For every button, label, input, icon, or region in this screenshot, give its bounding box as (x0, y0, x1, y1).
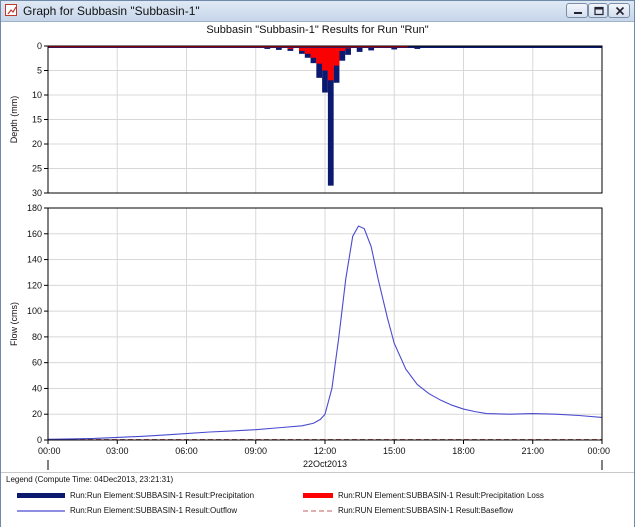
results-chart: 0 5 10 15 20 25 30 Depth (mm) 0 20 40 60 80 100 120 14… (9, 41, 610, 470)
close-icon (615, 6, 625, 16)
legend-swatch-baseflow (303, 510, 333, 512)
x-tick-label: 18:00 (452, 446, 475, 456)
flow-tick-label: 40 (32, 383, 42, 393)
flow-tick-label: 0 (37, 435, 42, 445)
precipitation-loss-bar (327, 46, 334, 81)
legend-swatch-precipitation (17, 493, 65, 498)
legend-swatch-precipitation-loss (303, 493, 333, 498)
chart-title: Subbasin "Subbasin-1" Results for Run "R… (206, 24, 429, 36)
x-tick-label: 06:00 (175, 446, 198, 456)
legend-title: Legend (Compute Time: 04Dec2013, 23:21:3… (6, 475, 174, 484)
legend-panel: Legend (Compute Time: 04Dec2013, 23:21:3… (1, 472, 634, 527)
graph-window: Graph for Subbasin "Subbasin-1" Subbasin… (0, 0, 635, 527)
graph-app-icon (5, 4, 17, 16)
x-tick-label: 21:00 (521, 446, 544, 456)
depth-tick-label: 10 (32, 90, 42, 100)
legend-label-baseflow: Run:RUN Element:SUBBASIN-1 Result:Basefl… (338, 506, 514, 515)
flow-axis-label: Flow (cms) (9, 302, 19, 346)
depth-tick-label: 0 (37, 41, 42, 51)
x-tick-label: 09:00 (244, 446, 267, 456)
depth-tick-label: 15 (32, 115, 42, 125)
x-date-label: 22Oct2013 (303, 459, 347, 469)
title-bar[interactable]: Graph for Subbasin "Subbasin-1" (1, 1, 634, 22)
depth-plot: 0 5 10 15 20 25 30 Depth (mm) (9, 41, 603, 198)
depth-tick-label: 25 (32, 164, 42, 174)
close-button[interactable] (608, 3, 630, 18)
depth-axis-label: Depth (mm) (9, 96, 19, 144)
precipitation-loss-bar (322, 46, 328, 71)
flow-tick-label: 120 (27, 280, 42, 290)
precipitation-loss-bar (316, 46, 323, 64)
x-tick-label: 15:00 (383, 446, 406, 456)
depth-tick-label: 30 (32, 188, 42, 198)
x-tick-label: 12:00 (314, 446, 337, 456)
x-tick-label: 00:00 (587, 446, 610, 456)
flow-tick-label: 60 (32, 358, 42, 368)
depth-tick-label: 5 (37, 66, 42, 76)
flow-tick-label: 80 (32, 332, 42, 342)
legend-label-precipitation-loss: Run:RUN Element:SUBBASIN-1 Result:Precip… (338, 491, 544, 500)
legend-swatch-outflow (17, 510, 65, 512)
x-tick-label: 00:00 (38, 446, 61, 456)
flow-tick-label: 140 (27, 255, 42, 265)
maximize-button[interactable] (588, 3, 608, 18)
legend-label-outflow: Run:Run Element:SUBBASIN-1 Result:Outflo… (70, 506, 238, 515)
flow-plot: 0 20 40 60 80 100 120 140 160 180 00:00 03:00 06:00 0… (9, 203, 610, 470)
precipitation-loss-bar (333, 46, 340, 66)
legend-label-precipitation: Run:Run Element:SUBBASIN-1 Result:Precip… (70, 491, 255, 500)
depth-tick-label: 20 (32, 139, 42, 149)
minimize-button[interactable] (566, 3, 588, 18)
x-tick-label: 03:00 (106, 446, 129, 456)
flow-tick-label: 180 (27, 203, 42, 213)
flow-tick-label: 160 (27, 229, 42, 239)
maximize-icon (594, 6, 604, 16)
window-title: Graph for Subbasin "Subbasin-1" (23, 4, 200, 18)
flow-tick-label: 100 (27, 306, 42, 316)
chart-area: Subbasin "Subbasin-1" Results for Run "R… (1, 22, 634, 472)
minimize-icon (574, 12, 582, 14)
flow-tick-label: 20 (32, 409, 42, 419)
